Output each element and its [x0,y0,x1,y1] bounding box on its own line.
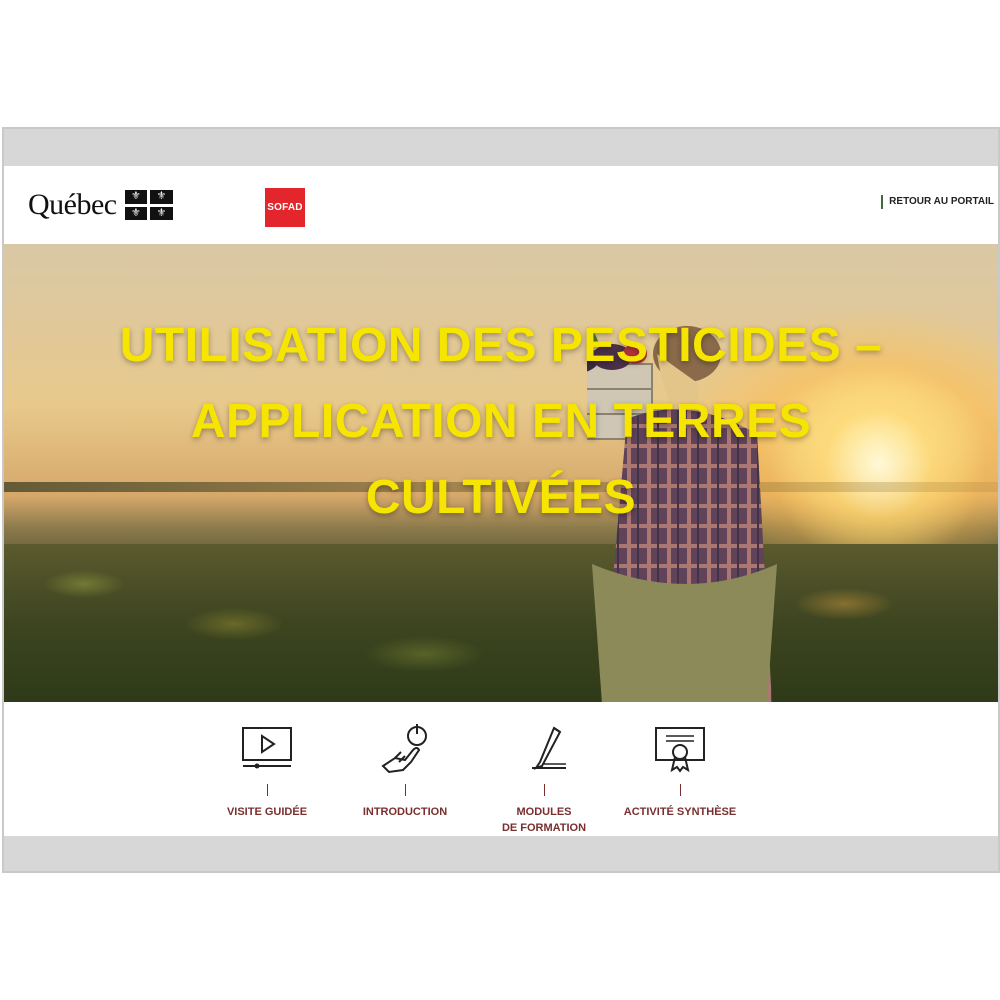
course-title: UTILISATION DES PESTICIDES – APPLICATION… [119,319,883,524]
nav-item-activite-synthese[interactable]: ACTIVITÉ SYNTHÈSE [605,702,755,820]
quebec-logo[interactable]: Québec ⚜ ⚜ ⚜ ⚜ [28,190,173,220]
nav-divider-tick [679,784,681,796]
certificate-icon [655,727,705,773]
pencil-icon [532,726,566,770]
touch-hand-icon [381,724,427,774]
nav-label: ACTIVITÉ SYNTHÈSE [623,806,737,818]
fleurdelise-flag-icon: ⚜ ⚜ ⚜ ⚜ [124,190,173,220]
nav-divider-tick [404,784,406,796]
nav-label: MODULES DE FORMATION [501,806,587,834]
top-margin-bar [4,129,998,166]
bottom-margin-bar [4,836,998,871]
fleur-de-lis-icon: ⚜ [124,206,148,220]
site-header: Québec ⚜ ⚜ ⚜ ⚜ SOFAD RETOUR AU PORTAIL [4,166,998,244]
nav-item-modules-de-formation[interactable]: MODULES DE FORMATION [469,702,619,836]
fleur-de-lis-icon: ⚜ [150,206,173,220]
video-play-icon [242,727,292,769]
hero-banner: UTILISATION DES PESTICIDES – APPLICATION… [4,244,998,702]
nav-label: VISITE GUIDÉE [226,806,308,818]
crop-field [4,544,998,702]
nav-divider-tick [266,784,268,796]
hero-title-wrapper: UTILISATION DES PESTICIDES – APPLICATION… [4,308,998,536]
browser-frame: Québec ⚜ ⚜ ⚜ ⚜ SOFAD RETOUR AU PORTAIL U… [2,127,1000,873]
nav-item-introduction[interactable]: INTRODUCTION [330,702,480,820]
nav-divider-tick [543,784,545,796]
nav-label: INTRODUCTION [362,806,448,818]
fleur-de-lis-icon: ⚜ [150,190,173,204]
fleur-de-lis-icon: ⚜ [124,190,148,204]
sofad-logo[interactable]: SOFAD [265,188,305,227]
quebec-wordmark: Québec [28,188,117,221]
nav-item-visite-guidee[interactable]: VISITE GUIDÉE [192,702,342,820]
course-navigation: VISITE GUIDÉE INTRODUCTION MODULES DE FO… [4,702,998,836]
return-to-portal-link[interactable]: RETOUR AU PORTAIL [881,195,994,209]
